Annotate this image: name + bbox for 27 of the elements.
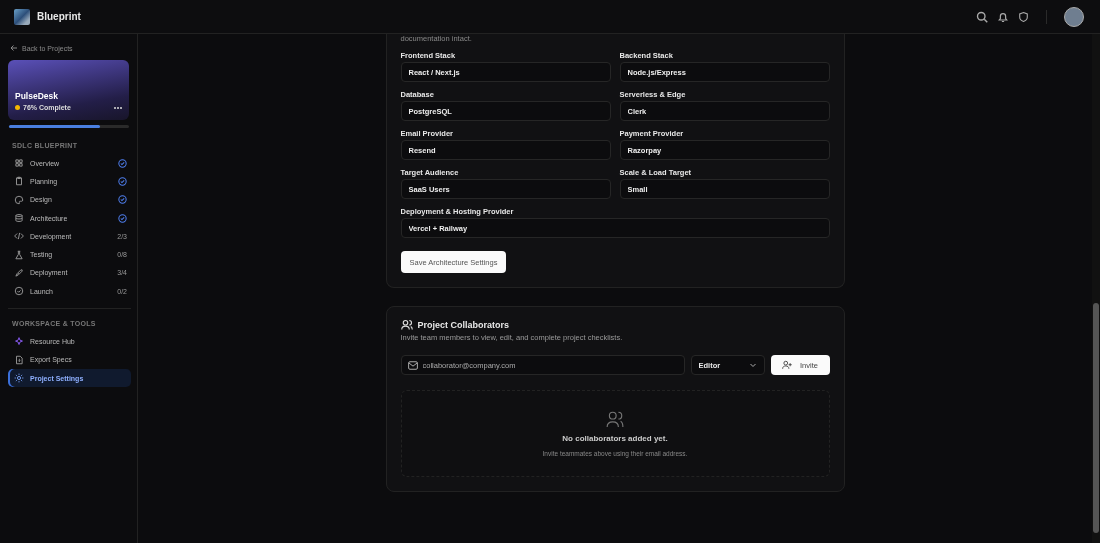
app-logo-icon <box>14 8 30 25</box>
search-icon[interactable] <box>976 10 988 23</box>
nav-icon <box>14 286 24 297</box>
empty-state-title: No collaborators added yet. <box>562 434 668 443</box>
nav-icon <box>14 354 24 365</box>
users-icon <box>400 319 413 331</box>
user-avatar[interactable] <box>1064 6 1084 27</box>
nav-icon <box>14 267 24 278</box>
nav-icon <box>14 194 24 205</box>
nav-icon <box>14 213 24 224</box>
project-name: PulseDesk <box>15 91 59 101</box>
nav-icon <box>14 176 24 187</box>
bell-icon[interactable] <box>997 10 1009 23</box>
add-user-icon <box>782 360 793 370</box>
card-title: Project Collaborators <box>417 320 510 330</box>
nav-icon <box>14 336 24 347</box>
users-icon <box>606 410 624 428</box>
status-dot-icon <box>15 105 20 110</box>
arrow-left-icon <box>10 44 18 52</box>
nav-icon <box>14 373 24 384</box>
shield-icon[interactable] <box>1018 10 1029 23</box>
scrollbar[interactable] <box>1092 34 1100 543</box>
chevron-down-icon <box>748 361 757 369</box>
nav-icon <box>14 231 24 242</box>
nav-icon <box>14 249 24 260</box>
nav-icon <box>14 158 24 169</box>
app-name: Blueprint <box>37 11 81 22</box>
